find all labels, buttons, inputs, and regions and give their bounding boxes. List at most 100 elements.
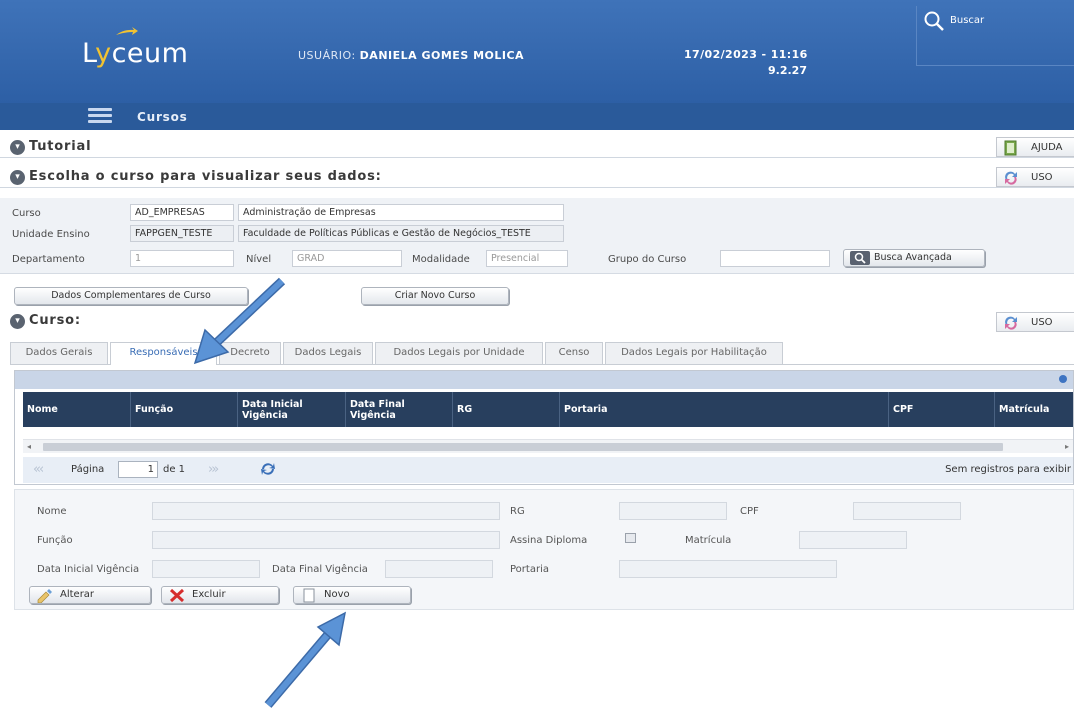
curso-label: Curso bbox=[12, 208, 41, 219]
curso-collapse-icon[interactable]: ▾ bbox=[10, 314, 25, 329]
col-nome[interactable]: Nome bbox=[23, 392, 131, 427]
cpf-label: CPF bbox=[740, 506, 759, 517]
user-name: DANIELA GOMES MOLICA bbox=[359, 49, 525, 62]
alterar-label: Alterar bbox=[60, 589, 95, 600]
nome-field[interactable] bbox=[152, 502, 500, 520]
scroll-right-icon[interactable]: ▸ bbox=[1065, 442, 1069, 451]
col-matricula[interactable]: Matrícula bbox=[995, 392, 1073, 427]
unidade-code-field: FAPPGEN_TESTE bbox=[130, 225, 234, 242]
novo-button[interactable]: Novo bbox=[293, 586, 411, 604]
matricula-label: Matrícula bbox=[685, 535, 732, 546]
search-label: Buscar bbox=[950, 15, 985, 26]
search-icon bbox=[924, 11, 944, 31]
grid-options-icon[interactable] bbox=[1059, 375, 1067, 383]
tab-dados-legais-unidade[interactable]: Dados Legais por Unidade bbox=[375, 342, 543, 364]
col-cpf[interactable]: CPF bbox=[889, 392, 995, 427]
modalidade-label: Modalidade bbox=[412, 254, 470, 265]
uso-button-bottom[interactable]: USO bbox=[996, 312, 1074, 332]
search-button[interactable]: Buscar bbox=[916, 6, 1074, 66]
tab-dados-legais[interactable]: Dados Legais bbox=[283, 342, 373, 364]
uso-arrows-icon bbox=[1005, 316, 1017, 330]
scroll-thumb[interactable] bbox=[43, 443, 1003, 451]
nav-bar: Cursos bbox=[0, 103, 1074, 130]
tab-dados-gerais[interactable]: Dados Gerais bbox=[10, 342, 108, 364]
page-title: Cursos bbox=[137, 110, 188, 124]
uso-arrows-icon bbox=[1005, 171, 1017, 185]
curso-name-field[interactable]: Administração de Empresas bbox=[238, 204, 564, 221]
col-data-final[interactable]: Data Final Vigência bbox=[346, 392, 453, 427]
tutorial-title[interactable]: Tutorial bbox=[29, 139, 91, 154]
hamburger-menu-icon[interactable] bbox=[88, 108, 112, 124]
grid-toolbar bbox=[15, 371, 1073, 389]
nivel-field: GRAD bbox=[292, 250, 402, 267]
col-funcao[interactable]: Função bbox=[131, 392, 238, 427]
assina-diploma-label: Assina Diploma bbox=[510, 535, 588, 546]
rg-field[interactable] bbox=[619, 502, 727, 520]
page-number-input[interactable]: 1 bbox=[118, 461, 158, 478]
grid-pager: «‹ Página 1 de 1 ›» Sem registros para e… bbox=[23, 457, 1073, 483]
app-header: Lyceum USUÁRIO: DANIELA GOMES MOLICA 17/… bbox=[0, 0, 1074, 103]
choose-course-section: ▾ Escolha o curso para visualizar seus d… bbox=[0, 166, 1074, 188]
unidade-label: Unidade Ensino bbox=[12, 229, 90, 240]
tab-decreto[interactable]: Decreto bbox=[219, 342, 281, 364]
unidade-name-field: Faculdade de Políticas Públicas e Gestão… bbox=[238, 225, 564, 242]
user-prefix: USUÁRIO: bbox=[298, 49, 356, 62]
criar-novo-curso-button[interactable]: Criar Novo Curso bbox=[361, 287, 509, 305]
assina-diploma-checkbox[interactable] bbox=[625, 533, 636, 543]
alterar-button[interactable]: Alterar bbox=[29, 586, 151, 604]
curso-code-field[interactable]: AD_EMPRESAS bbox=[130, 204, 234, 221]
funcao-label: Função bbox=[37, 535, 73, 546]
app-version: 9.2.27 bbox=[768, 64, 807, 77]
tab-dados-legais-habilitacao[interactable]: Dados Legais por Habilitação bbox=[605, 342, 783, 364]
user-info: USUÁRIO: DANIELA GOMES MOLICA bbox=[298, 49, 524, 62]
uso-label: USO bbox=[1031, 172, 1053, 183]
choose-collapse-icon[interactable]: ▾ bbox=[10, 170, 25, 185]
uso-label: USO bbox=[1031, 317, 1053, 328]
responsaveis-grid: Nome Função Data Inicial Vigência Data F… bbox=[14, 370, 1074, 485]
page-of: de 1 bbox=[163, 464, 186, 475]
lyceum-logo[interactable]: Lyceum bbox=[82, 38, 188, 69]
cpf-field[interactable] bbox=[853, 502, 961, 520]
help-button[interactable]: AJUDA bbox=[996, 137, 1074, 157]
logo-swoosh-icon bbox=[116, 27, 138, 35]
dados-complementares-button[interactable]: Dados Complementares de Curso bbox=[14, 287, 248, 305]
col-portaria[interactable]: Portaria bbox=[560, 392, 889, 427]
rg-label: RG bbox=[510, 506, 525, 517]
session-datetime: 17/02/2023 - 11:16 bbox=[684, 48, 808, 61]
course-form: Curso AD_EMPRESAS Administração de Empre… bbox=[0, 198, 1074, 274]
data-final-field[interactable] bbox=[385, 560, 493, 578]
busca-avancada-label: Busca Avançada bbox=[874, 252, 952, 263]
busca-avancada-button[interactable]: Busca Avançada bbox=[843, 249, 985, 267]
delete-x-icon bbox=[169, 588, 185, 603]
arrow-to-novo-button bbox=[264, 611, 347, 708]
scroll-left-icon[interactable]: ◂ bbox=[27, 442, 31, 451]
departamento-field: 1 bbox=[130, 250, 234, 267]
tutorial-section: ▾ Tutorial AJUDA bbox=[0, 136, 1074, 158]
grid-horizontal-scrollbar[interactable]: ◂ ▸ bbox=[23, 439, 1073, 453]
next-last-page-icon[interactable]: ›» bbox=[208, 462, 219, 477]
tutorial-collapse-icon[interactable]: ▾ bbox=[10, 140, 25, 155]
funcao-field[interactable] bbox=[152, 531, 500, 549]
excluir-button[interactable]: Excluir bbox=[161, 586, 279, 604]
data-inicial-field[interactable] bbox=[152, 560, 260, 578]
curso-section: ▾ Curso: USO bbox=[0, 310, 1074, 332]
choose-course-title: Escolha o curso para visualizar seus dad… bbox=[29, 169, 382, 184]
excluir-label: Excluir bbox=[192, 589, 226, 600]
new-document-icon bbox=[303, 588, 315, 603]
col-data-inicial[interactable]: Data Inicial Vigência bbox=[238, 392, 346, 427]
col-rg[interactable]: RG bbox=[453, 392, 560, 427]
refresh-icon[interactable] bbox=[259, 460, 277, 478]
novo-label: Novo bbox=[324, 589, 350, 600]
grupo-label: Grupo do Curso bbox=[608, 254, 687, 265]
matricula-field[interactable] bbox=[799, 531, 907, 549]
help-label: AJUDA bbox=[1031, 142, 1063, 153]
uso-button-top[interactable]: USO bbox=[996, 167, 1074, 187]
tab-censo[interactable]: Censo bbox=[545, 342, 603, 364]
curso-section-title: Curso: bbox=[29, 313, 81, 328]
departamento-label: Departamento bbox=[12, 254, 85, 265]
portaria-field[interactable] bbox=[619, 560, 837, 578]
tab-responsaveis[interactable]: Responsáveis bbox=[110, 342, 217, 365]
grid-header: Nome Função Data Inicial Vigência Data F… bbox=[23, 392, 1073, 427]
first-prev-page-icon[interactable]: «‹ bbox=[33, 462, 44, 477]
empty-records-message: Sem registros para exibir bbox=[945, 464, 1071, 475]
